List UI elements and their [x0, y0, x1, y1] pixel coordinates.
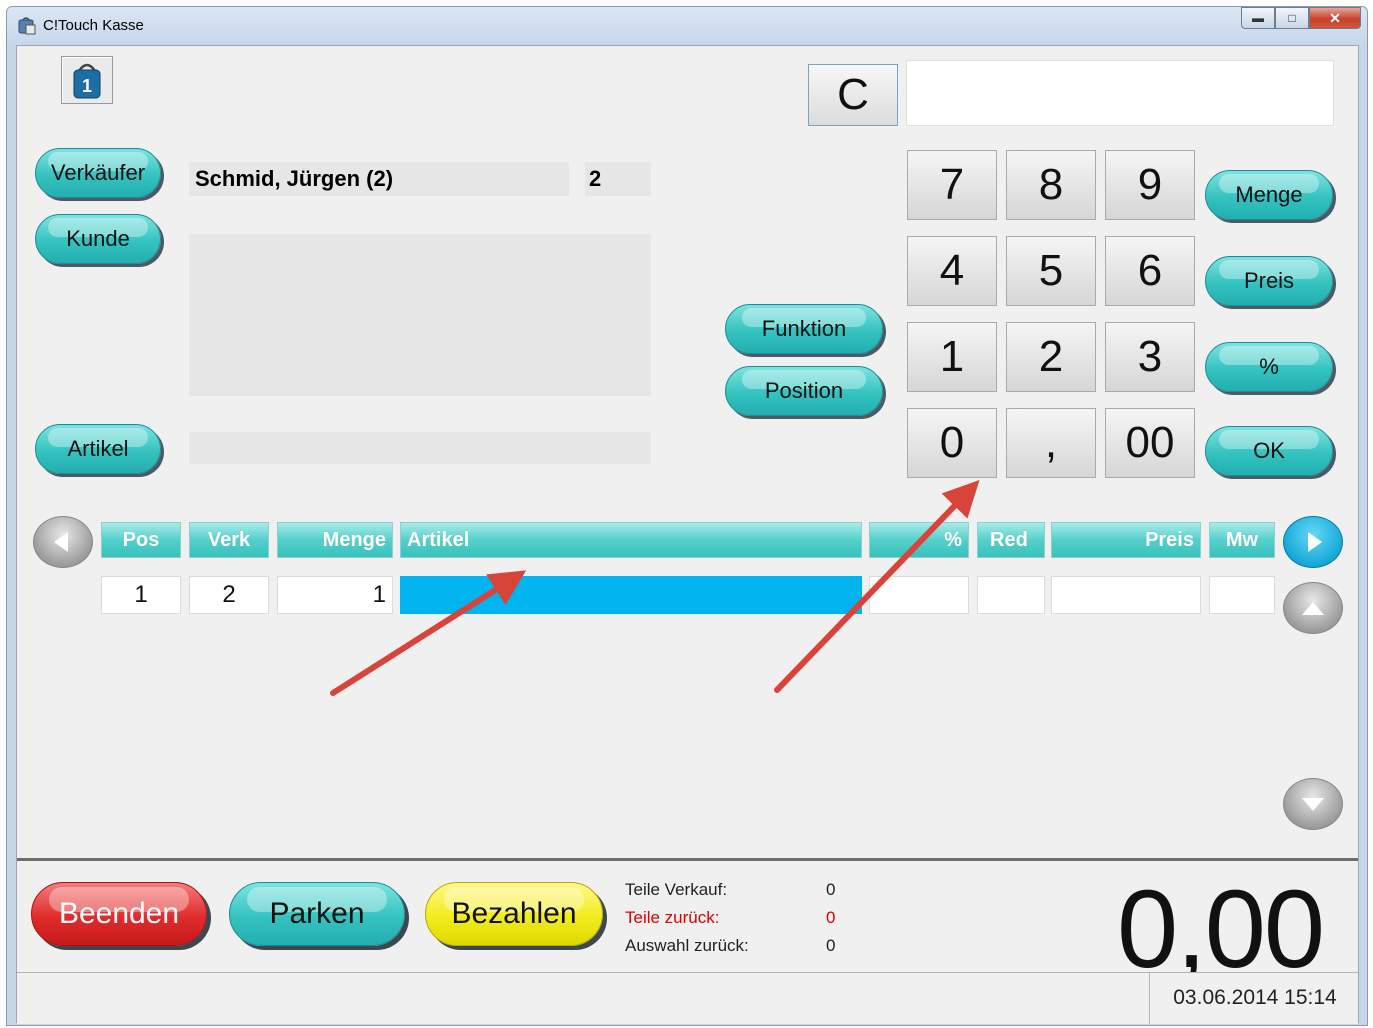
datetime-display: 03.06.2014 15:14 — [1149, 972, 1360, 1024]
pay-button[interactable]: Bezahlen — [425, 882, 603, 946]
stat-label-returned: Teile zurück: — [625, 908, 720, 927]
bottom-divider — [17, 858, 1358, 861]
stat-value-sold: 0 — [826, 880, 836, 899]
close-icon: ✕ — [1329, 9, 1341, 26]
stat-value-returned: 0 — [826, 908, 836, 927]
minimize-icon: ▬ — [1252, 11, 1264, 25]
exit-button-label: Beenden — [58, 897, 180, 930]
stat-value-selection-returned: 0 — [826, 936, 836, 955]
park-button-label: Parken — [269, 897, 365, 930]
minimize-button[interactable]: ▬ — [1241, 7, 1275, 29]
main-panel: 1 C Verkäufer Kunde Artikel Schmid, Jürg… — [16, 45, 1360, 1024]
exit-button[interactable]: Beenden — [31, 882, 207, 946]
park-button[interactable]: Parken — [229, 882, 405, 946]
arrow-to-artikel — [330, 570, 527, 696]
stat-label-sold: Teile Verkauf: — [625, 880, 728, 899]
window-title: C!Touch Kasse — [43, 17, 144, 34]
app-window: C!Touch Kasse ▬ □ ✕ 1 C Verkäufer Kunde … — [6, 6, 1368, 1026]
maximize-button[interactable]: □ — [1275, 7, 1309, 29]
pay-button-label: Bezahlen — [451, 897, 577, 930]
title-bar: C!Touch Kasse ▬ □ ✕ — [7, 7, 1367, 45]
close-button[interactable]: ✕ — [1309, 7, 1361, 29]
maximize-icon: □ — [1288, 11, 1296, 25]
app-icon — [18, 17, 36, 35]
arrow-to-numpad-zero — [774, 480, 980, 693]
stat-label-selection-returned: Auswahl zurück: — [625, 936, 749, 955]
annotation-arrows — [330, 480, 980, 696]
